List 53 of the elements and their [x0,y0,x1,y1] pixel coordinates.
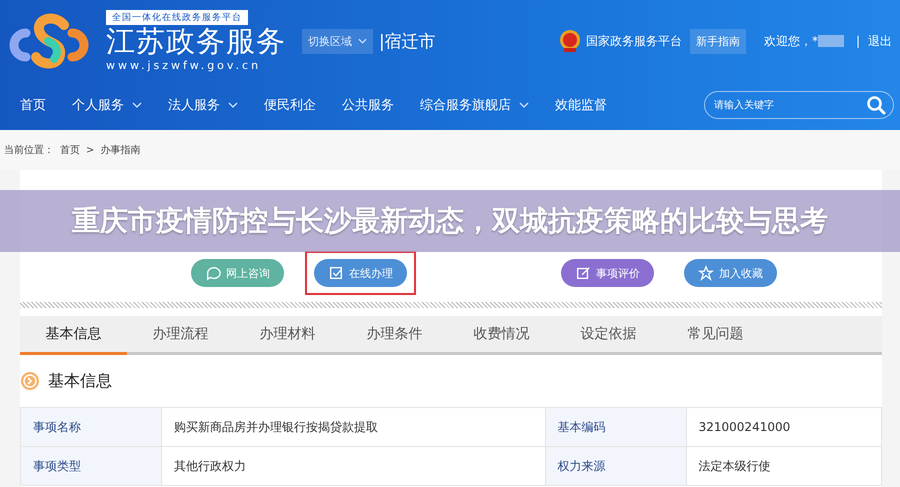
nav-item[interactable]: 首页 [20,96,46,114]
tab[interactable]: 办理材料 [234,316,341,355]
field-label: 事项类型 [20,446,162,486]
caret-icon [519,102,529,108]
national-platform-link[interactable]: 国家政务服务平台 [586,32,682,50]
city-label: |宿迁市 [379,30,436,52]
search-icon [866,95,886,115]
nav-item[interactable]: 效能监督 [555,96,607,114]
guide-button[interactable]: 新手指南 [690,28,746,54]
caret-icon [358,38,367,44]
field-value: 购买新商品房并办理银行按揭贷款提取 [162,408,546,446]
chat-bubble-icon [205,265,221,281]
site-title: 江苏政务服务 [106,25,286,59]
tab[interactable]: 办理条件 [341,316,448,355]
field-value: 其他行政权力 [162,446,546,486]
action-button[interactable]: 在线办理 [314,259,407,287]
tab[interactable]: 设定依据 [555,316,662,355]
banner-title: 重庆市疫情防控与长沙最新动态，双城抗疫策略的比较与思考 [72,203,828,239]
section-title: 基本信息 [48,370,112,392]
breadcrumb-separator: > [86,144,94,156]
field-label: 事项名称 [20,408,162,446]
tagline-label: 全国一体化在线政务服务平台 [106,10,248,25]
tab[interactable]: 常见问题 [662,316,769,355]
blurred-username [818,35,844,47]
tab[interactable]: 办理流程 [127,316,234,355]
action-button[interactable]: 加入收藏 [684,259,777,287]
pencil-icon [575,265,591,281]
nav-item[interactable]: 便民利企 [264,96,316,114]
logout-link[interactable]: 退出 [868,32,892,50]
caret-icon [228,102,238,108]
search-field[interactable]: 请输入关键字 [704,91,894,119]
tab[interactable]: 基本信息 [20,316,127,355]
field-label: 基本编码 [545,408,686,446]
action-button[interactable]: 事项评价 [561,259,654,287]
nav-item[interactable]: 个人服务 [72,96,142,114]
site-url: www.jszwfw.gov.cn [106,59,262,72]
field-label: 权力来源 [545,446,686,486]
breadcrumb-label: 当前位置： [4,144,54,157]
nav-item[interactable]: 法人服务 [168,96,238,114]
region-switch-button[interactable]: 切换区域 [302,28,373,54]
tab[interactable]: 收费情况 [448,316,555,355]
welcome-text: 欢迎您，* [764,32,818,50]
nav-item[interactable]: 公共服务 [342,96,394,114]
checkbox-icon [328,265,344,281]
star-icon [698,265,714,281]
nav-item[interactable]: 综合服务旗舰店 [420,96,529,114]
separator-text: | [856,34,860,48]
breadcrumb-link[interactable]: 办事指南 [100,143,140,157]
emblem-icon [558,29,582,53]
breadcrumb-link[interactable]: 首页 [60,143,80,157]
field-value: 法定本级行使 [686,446,882,486]
caret-icon [132,102,142,108]
field-value: 321000241000 [686,408,882,446]
